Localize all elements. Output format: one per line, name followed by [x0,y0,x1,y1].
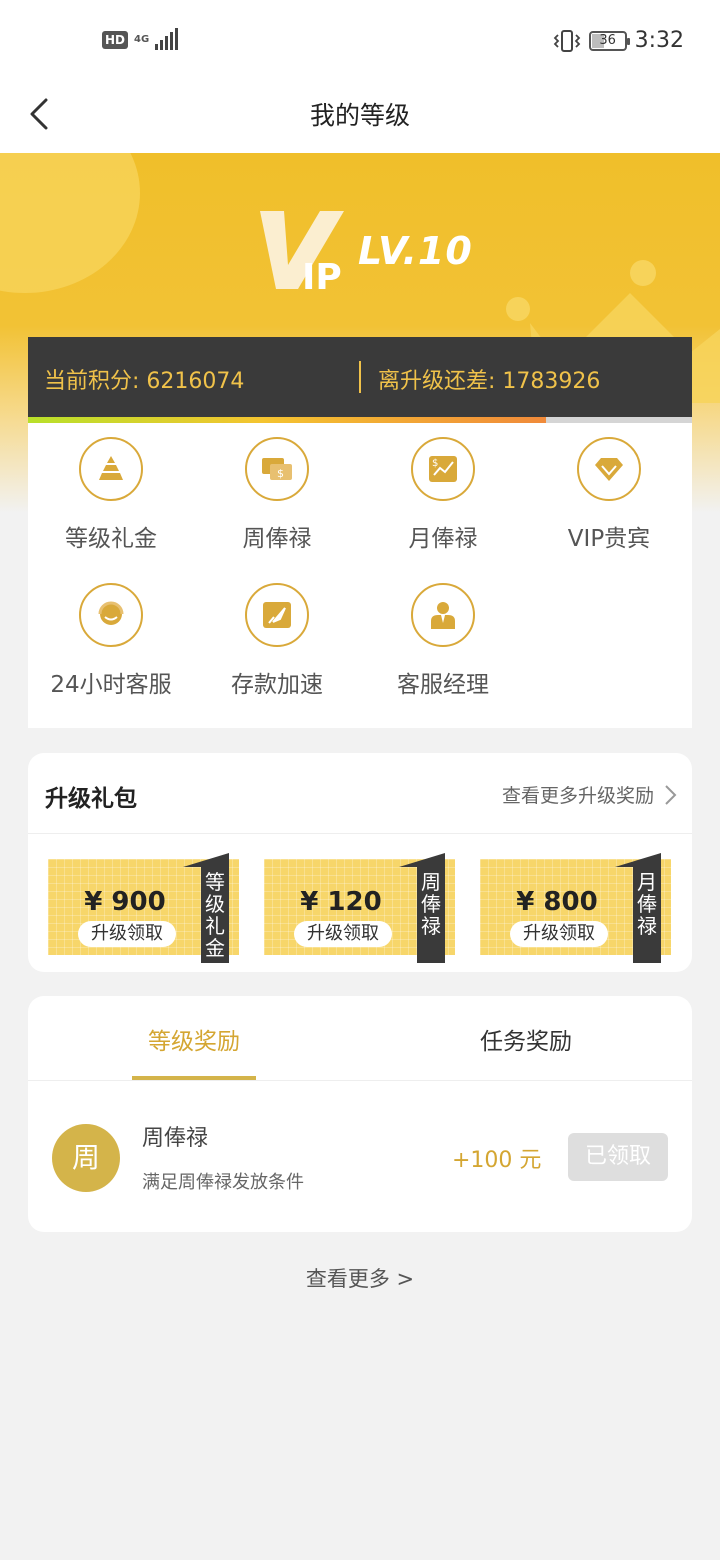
battery-icon: 36 [588,30,630,51]
headset-icon [79,583,143,647]
svg-text:IP: IP [302,257,342,295]
voucher-tag: 等级礼金 [201,867,229,963]
points-card: 当前积分: 6216074 离升级还差: 1783926 等级礼金 $ 周俸禄 … [28,337,692,728]
manager-icon [411,583,475,647]
voucher-amount: ¥ 120 [300,887,382,917]
voucher-claim-button[interactable]: 升级领取 [294,921,392,947]
current-points: 当前积分: 6216074 [44,369,245,394]
nav-bar: 我的等级 [0,80,720,153]
voucher-tag: 月俸禄 [633,867,661,963]
points-divider [359,361,361,393]
points-to-upgrade: 离升级还差: 1783926 [378,369,601,394]
voucher-card[interactable]: ¥ 120 升级领取 周俸禄 [264,853,455,963]
feature-deposit-boost[interactable]: 存款加速 [194,583,360,699]
reward-description: 满足周俸禄发放条件 [142,1172,304,1193]
voucher-claim-button[interactable]: 升级领取 [510,921,608,947]
voucher-amount: ¥ 800 [516,887,598,917]
voucher-claim-button[interactable]: 升级领取 [78,921,176,947]
upgrade-package-card: 升级礼包 查看更多升级奖励 ¥ 900 升级领取 等级礼金 ¥ 120 升级领取… [28,753,692,972]
feature-monthly-salary[interactable]: $ 月俸禄 [360,437,526,553]
reward-name: 周俸禄 [142,1126,209,1151]
divider [28,1080,692,1081]
claimed-button[interactable]: 已领取 [568,1133,668,1181]
feature-24h-service[interactable]: 24小时客服 [28,583,194,699]
upgrade-package-title: 升级礼包 [45,786,137,812]
feature-vip-guest[interactable]: VIP贵宾 [526,437,692,553]
pyramid-icon [79,437,143,501]
voucher-card[interactable]: ¥ 900 升级领取 等级礼金 [48,853,239,963]
hd-badge: HD [102,31,129,49]
tab-task-rewards[interactable]: 任务奖励 [426,1022,626,1056]
diamond-icon [577,437,641,501]
page-title: 我的等级 [309,101,410,130]
view-more-rewards-link[interactable]: 查看更多升级奖励 [502,781,678,808]
level-label: LV.10 [358,229,473,273]
divider [28,833,692,834]
voucher-card[interactable]: ¥ 800 升级领取 月俸禄 [480,853,671,963]
rewards-card: 等级奖励 任务奖励 周 周俸禄 满足周俸禄发放条件 +100 元 已领取 [28,996,692,1232]
vibrate-icon [553,29,580,52]
voucher-amount: ¥ 900 [84,887,166,917]
chart-dollar-icon: $ [411,437,475,501]
clock: 3:32 [634,28,684,53]
feature-weekly-salary[interactable]: $ 周俸禄 [194,437,360,553]
svg-text:$: $ [277,467,284,480]
rocket-icon [245,583,309,647]
network-type: 4G [134,34,150,45]
reward-avatar: 周 [52,1124,120,1192]
chevron-right-icon [665,784,677,805]
decor-circle [0,153,140,293]
svg-text:$: $ [432,458,438,469]
see-more-link[interactable]: 查看更多 > [0,1263,720,1293]
money-chat-icon: $ [245,437,309,501]
tab-level-rewards[interactable]: 等级奖励 [94,1022,294,1056]
status-bar: HD 4G 36 3:32 [0,0,720,80]
reward-list-item: 周 周俸禄 满足周俸禄发放条件 +100 元 已领取 [28,1096,692,1216]
vip-logo: IP [260,211,344,295]
points-bar: 当前积分: 6216074 离升级还差: 1783926 [28,337,692,417]
view-more-rewards-label: 查看更多升级奖励 [501,785,654,807]
voucher-tag: 周俸禄 [417,867,445,963]
feature-grid: 等级礼金 $ 周俸禄 $ 月俸禄 VIP贵宾 24小时客服 存款加速 客服经理 [28,423,692,728]
feature-level-bonus[interactable]: 等级礼金 [28,437,194,553]
feature-service-manager[interactable]: 客服经理 [360,583,526,699]
reward-amount: +100 元 [452,1148,542,1173]
network-status: HD 4G [102,28,179,50]
signal-icon [155,28,179,50]
